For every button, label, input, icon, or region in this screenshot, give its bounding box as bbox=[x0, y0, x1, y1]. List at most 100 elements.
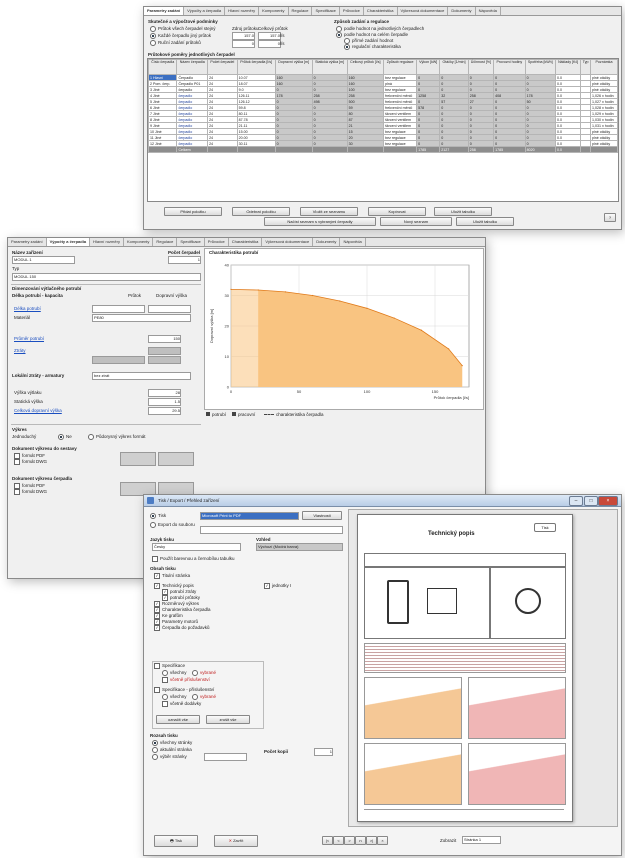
static-height-input[interactable]: 1.5 bbox=[148, 398, 181, 406]
pipe-length-input[interactable] bbox=[92, 305, 145, 313]
spec2-delivery[interactable]: včetně dodávky bbox=[162, 701, 201, 707]
option-same-flow[interactable]: Průtok všech čerpadel stejný bbox=[150, 26, 216, 32]
tab-2[interactable]: Hlavní rozměry bbox=[225, 7, 260, 15]
add-item-button[interactable]: Přidat položku bbox=[164, 207, 222, 216]
tab-2[interactable]: Hlavní rozměry bbox=[90, 238, 124, 246]
copy-button[interactable]: Kopírovat bbox=[368, 207, 426, 216]
style-select[interactable]: Výchozí (Modrá barva) bbox=[256, 543, 343, 551]
tab-4[interactable]: Regulace bbox=[289, 7, 313, 15]
print-language-select[interactable]: Česky bbox=[152, 543, 241, 551]
insert-from-list-button[interactable]: Vložit ze seznamu bbox=[300, 207, 358, 216]
column-header[interactable]: Statická výška [m] bbox=[311, 59, 348, 75]
column-header[interactable]: Způsob regulace bbox=[383, 59, 418, 75]
drawing-option-no[interactable]: Ne bbox=[58, 434, 72, 440]
nav-button-5[interactable]: × bbox=[377, 836, 388, 845]
spec2-check[interactable]: Specifikace - příslušenství bbox=[154, 687, 214, 693]
tab-4[interactable]: Regulace bbox=[153, 238, 178, 246]
pump-count-input[interactable]: 1 bbox=[168, 256, 201, 264]
remove-item-button[interactable]: Odebrat položku bbox=[232, 207, 290, 216]
column-header[interactable]: Název čerpadla bbox=[176, 59, 209, 75]
flow-source-input-2[interactable]: 0 bbox=[232, 40, 255, 48]
loss-input-3[interactable] bbox=[148, 356, 181, 364]
column-header[interactable]: Poznámka bbox=[589, 59, 618, 75]
tab-5[interactable]: Specifikace bbox=[177, 238, 205, 246]
save-table-button[interactable]: Uložit tabulku bbox=[456, 217, 514, 226]
tab-8[interactable]: Výkresová dokumentace bbox=[398, 7, 449, 15]
tab-1[interactable]: Výpočty a čerpadla bbox=[46, 238, 91, 246]
column-header[interactable]: Průtok čerpadla [l/s] bbox=[236, 59, 276, 75]
tab-0[interactable]: Parametry zadání bbox=[8, 238, 47, 246]
minimize-button[interactable]: – bbox=[569, 496, 583, 506]
spec-accessories[interactable]: včetně příslušenství bbox=[162, 677, 210, 683]
select-all-button[interactable]: označit vše bbox=[156, 715, 200, 724]
control-option-4[interactable]: regulační charakteristika bbox=[344, 44, 401, 50]
type-select[interactable]: MODUL 150 bbox=[12, 273, 201, 281]
range-all[interactable]: všechny stránky bbox=[152, 740, 192, 746]
print-option[interactable]: Tisk bbox=[150, 513, 166, 519]
option-different-flow[interactable]: Každé čerpadlo jiný průtok bbox=[150, 33, 211, 39]
close-button[interactable]: ✕ Zavřít bbox=[214, 835, 258, 847]
nav-button-0[interactable]: |< bbox=[322, 836, 333, 845]
help-button[interactable]: ? bbox=[604, 213, 616, 222]
unit-check[interactable]: ✓ jednotky I bbox=[264, 583, 291, 589]
column-header[interactable]: Účinnost [%] bbox=[467, 59, 495, 75]
loss-input-2[interactable] bbox=[92, 356, 145, 364]
printer-select[interactable]: Microsoft Print to PDF bbox=[200, 512, 299, 520]
color-table-check[interactable]: Použít barevnou a černobílou tabulku bbox=[152, 556, 235, 562]
diameter-input[interactable]: 150 bbox=[148, 335, 181, 343]
tab-8[interactable]: Výkresová dokumentace bbox=[262, 238, 314, 246]
range-current[interactable]: aktuální stránka bbox=[152, 747, 192, 753]
spec-all[interactable]: všechny bbox=[162, 670, 187, 676]
option-manual-flow[interactable]: Ruční zadání průtoků bbox=[150, 40, 201, 46]
tab-3[interactable]: Komponenty bbox=[259, 7, 289, 15]
new-list-button[interactable]: Nový seznam bbox=[380, 217, 452, 226]
loss-input[interactable] bbox=[148, 347, 181, 355]
local-losses-select[interactable]: bez ztrát bbox=[92, 372, 191, 380]
tab-6[interactable]: Průvodce bbox=[205, 238, 229, 246]
copies-input[interactable]: 1 bbox=[314, 748, 333, 756]
column-header[interactable]: Spotřeba [kWh] bbox=[524, 59, 556, 75]
maximize-button[interactable]: □ bbox=[584, 496, 598, 506]
column-header[interactable]: Provozní hodiny bbox=[493, 59, 526, 75]
drawing-option-format[interactable]: Půdorysný výkres formát bbox=[88, 434, 146, 440]
column-header[interactable]: Výkon [kW] bbox=[416, 59, 441, 75]
nav-button-1[interactable]: < bbox=[333, 836, 344, 845]
range-selection-input[interactable] bbox=[204, 753, 247, 761]
zoom-select[interactable]: Stránka 1 bbox=[462, 836, 501, 844]
pipe-length-input-2[interactable] bbox=[148, 305, 191, 313]
tab-5[interactable]: Specifikace bbox=[312, 7, 340, 15]
tab-9[interactable]: Dokumenty bbox=[313, 238, 341, 246]
column-header[interactable]: Počet čerpadel bbox=[207, 59, 238, 75]
tab-0[interactable]: Parametry zadání bbox=[144, 7, 185, 15]
spec2-all[interactable]: všechny bbox=[162, 694, 187, 700]
tab-10[interactable]: Nápověda bbox=[340, 238, 366, 246]
export-file-input[interactable] bbox=[200, 526, 343, 534]
save-table-button-top[interactable]: Uložit tabulku bbox=[434, 207, 492, 216]
device-name-input[interactable]: MODUL 1 bbox=[12, 256, 75, 264]
nav-button-4[interactable]: >| bbox=[366, 836, 377, 845]
tab-1[interactable]: Výpočty a čerpadla bbox=[184, 7, 226, 15]
content-check-spec[interactable]: ✓ Čerpadla do požadavků bbox=[154, 625, 210, 631]
lift-height-input[interactable]: 28 bbox=[148, 389, 181, 397]
column-header[interactable]: Náklady [Kč] bbox=[554, 59, 582, 75]
spec2-selected[interactable]: vybrané bbox=[192, 694, 216, 700]
preview-print-button[interactable]: Tisk bbox=[534, 523, 556, 532]
export-file-option[interactable]: Export do souboru bbox=[150, 522, 195, 528]
column-header[interactable]: Celkový průtok [l/s] bbox=[346, 59, 385, 75]
spec-check[interactable]: Specifikace bbox=[154, 663, 185, 669]
total-flow-input-1[interactable]: 157.0 bbox=[258, 32, 281, 40]
print-button[interactable]: 🖶 Tisk bbox=[154, 835, 198, 847]
tab-6[interactable]: Průvodce bbox=[340, 7, 364, 15]
range-selection[interactable]: výběr stránky bbox=[152, 754, 187, 760]
spec-selected[interactable]: vybrané bbox=[192, 670, 216, 676]
load-list-button[interactable]: Načíst seznam s vybranými čerpadly bbox=[264, 217, 376, 226]
column-header[interactable]: Dopravní výška [m] bbox=[274, 59, 313, 75]
drawing-option-simple[interactable]: Jednoduchý bbox=[12, 434, 36, 439]
content-check-title[interactable]: ✓ Titulní stránka bbox=[154, 573, 190, 579]
tab-7[interactable]: Charakteristika bbox=[229, 238, 263, 246]
tab-3[interactable]: Komponenty bbox=[124, 238, 154, 246]
tab-7[interactable]: Charakteristika bbox=[364, 7, 398, 15]
nav-button-2[interactable]: > bbox=[344, 836, 355, 845]
close-window-button[interactable]: × bbox=[598, 496, 618, 506]
tab-10[interactable]: Nápověda bbox=[476, 7, 501, 15]
